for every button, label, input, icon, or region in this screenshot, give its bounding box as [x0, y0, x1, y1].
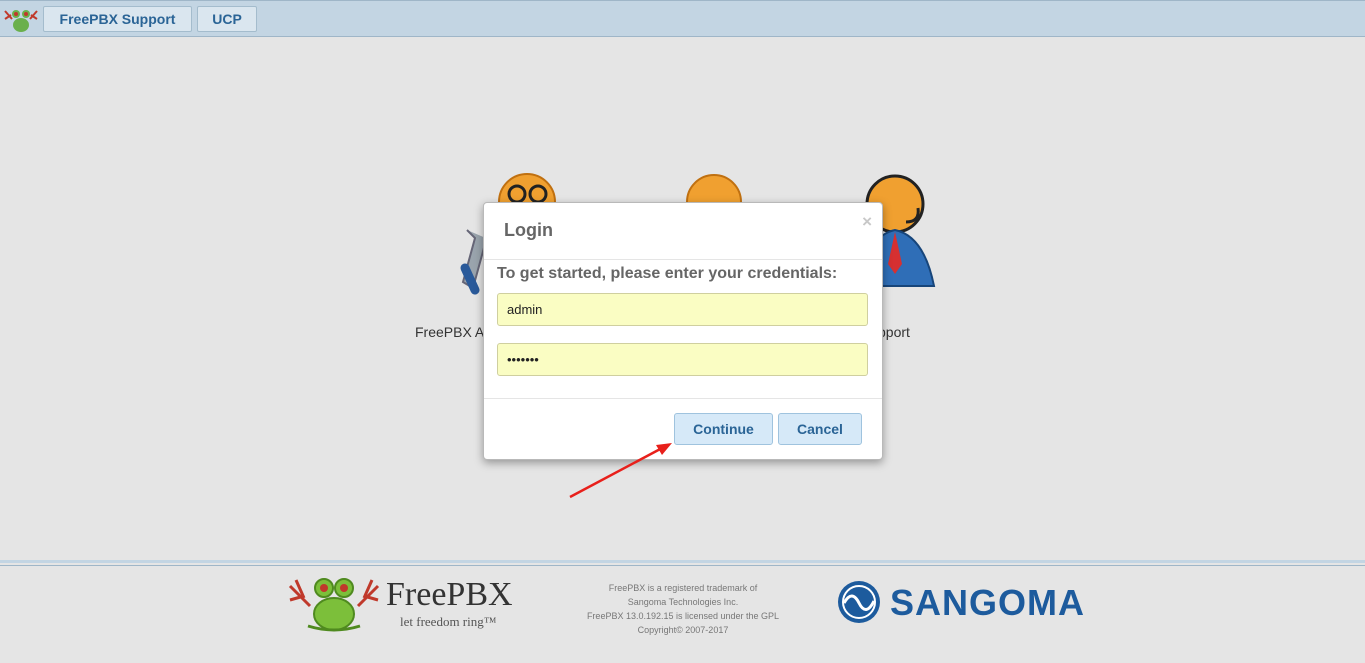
login-modal: Login × To get started, please enter you…	[483, 202, 883, 460]
freepbx-wordmark: FreePBX	[386, 576, 513, 613]
legal-line: Copyright© 2007-2017	[637, 625, 729, 635]
freepbx-admin-label[interactable]: FreePBX A	[415, 324, 484, 340]
credentials-prompt: To get started, please enter your creden…	[497, 265, 838, 282]
freepbx-tagline: let freedom ring™	[400, 614, 497, 629]
modal-title: Login	[504, 220, 553, 240]
footer-divider	[0, 560, 1365, 563]
annotation-arrow-icon	[569, 443, 672, 499]
modal-footer-divider	[484, 398, 882, 399]
tab-freepbx-support[interactable]: FreePBX Support	[43, 6, 192, 32]
legal-line: FreePBX 13.0.192.15 is licensed under th…	[586, 611, 780, 621]
freepbx-frog-logo-icon[interactable]	[3, 7, 39, 33]
freepbx-frog-icon[interactable]	[286, 576, 382, 632]
cancel-button[interactable]: Cancel	[778, 413, 862, 445]
top-navbar: FreePBX Support UCP	[0, 0, 1365, 37]
password-input[interactable]	[497, 343, 868, 376]
legal-line: Sangoma Technologies Inc.	[627, 597, 739, 607]
sangoma-wordmark[interactable]: SANGOMA	[890, 582, 1085, 624]
sangoma-globe-icon[interactable]	[836, 579, 882, 625]
close-icon[interactable]: ×	[862, 212, 872, 232]
tab-ucp[interactable]: UCP	[197, 6, 257, 32]
modal-header-divider	[484, 259, 882, 260]
continue-button[interactable]: Continue	[674, 413, 773, 445]
footer-legal: FreePBX is a registered trademark of San…	[560, 581, 806, 637]
username-input[interactable]	[497, 293, 868, 326]
footer-divider-thin	[0, 565, 1365, 566]
legal-line: FreePBX is a registered trademark of	[608, 583, 758, 593]
